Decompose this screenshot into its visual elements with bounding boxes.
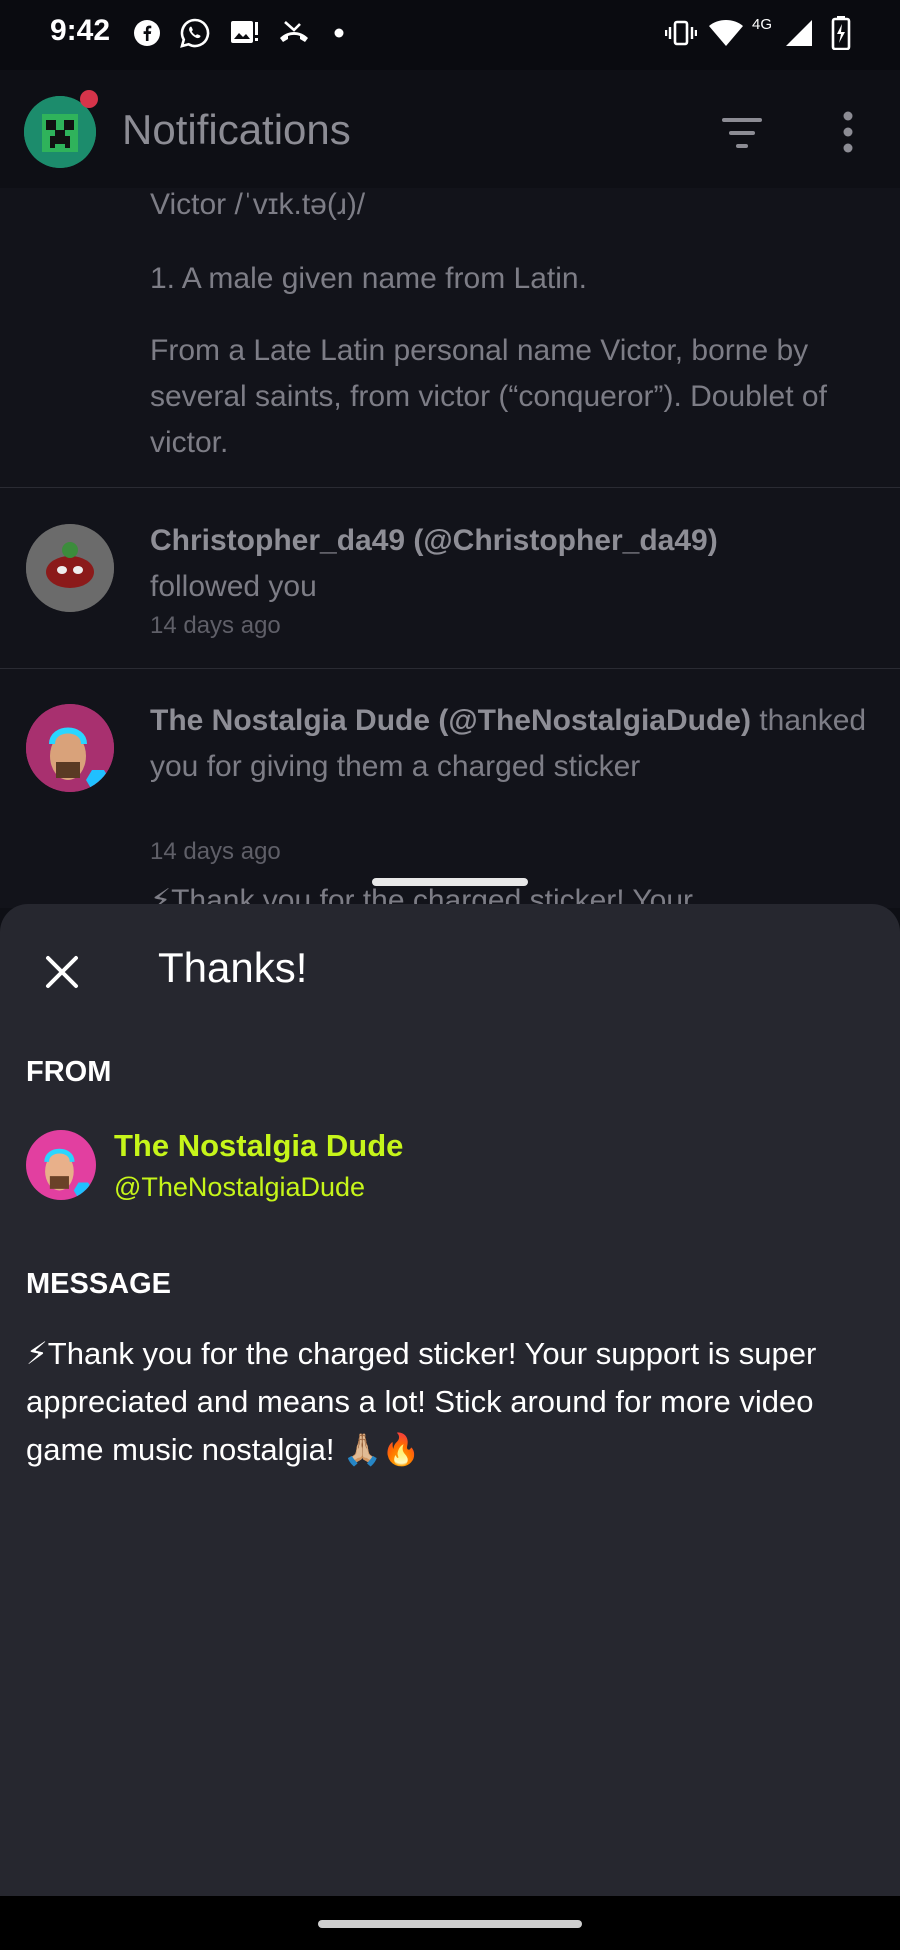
whatsapp-icon	[178, 16, 212, 50]
status-time: 9:42	[50, 14, 111, 47]
sender-name[interactable]: The Nostalgia Dude	[114, 1128, 403, 1164]
avatar	[26, 704, 114, 792]
sheet-title: Thanks!	[158, 944, 308, 991]
notification-time: 14 days ago	[150, 612, 281, 639]
page-title: Notifications	[122, 106, 351, 153]
facebook-icon	[132, 16, 162, 50]
close-icon	[46, 956, 78, 988]
notification-user: Christopher_da49 (@Christopher_da49)	[150, 524, 718, 557]
app-bar: Notifications	[0, 70, 900, 188]
filter-icon	[722, 118, 762, 148]
sheet-drag-handle[interactable]	[372, 878, 528, 886]
sender-avatar[interactable]	[26, 1130, 96, 1200]
vibrate-icon	[664, 16, 698, 50]
notification-text: The Nostalgia Dude (@TheNostalgiaDude) t…	[150, 698, 880, 790]
avatar	[26, 524, 114, 612]
status-bar: 9:42 4G	[0, 0, 900, 70]
notification-action: followed you	[150, 570, 317, 603]
notification-time: 14 days ago	[150, 838, 281, 865]
image-alert-icon	[228, 16, 262, 50]
notification-dot	[80, 90, 98, 108]
network-type-label: 4G	[752, 16, 773, 33]
definition-etymology: From a Late Latin personal name Victor, …	[150, 334, 827, 459]
signal-icon	[782, 16, 816, 50]
home-gesture-handle[interactable]	[318, 1920, 582, 1928]
system-nav-bar	[0, 1896, 900, 1950]
missed-call-icon	[276, 16, 312, 50]
notifications-feed: Victor /ˈvɪk.tə(ɹ)/ 1. A male given name…	[0, 188, 900, 908]
close-button[interactable]	[38, 948, 86, 996]
sender-handle[interactable]: @TheNostalgiaDude	[114, 1172, 365, 1203]
thanks-sheet: Thanks! FROM The Nostalgia Dude @TheNost…	[0, 904, 900, 1896]
battery-charging-icon	[830, 16, 852, 50]
more-vert-icon	[843, 111, 853, 153]
filter-button[interactable]	[716, 110, 768, 156]
wifi-icon	[706, 16, 746, 50]
divider	[0, 487, 900, 488]
divider	[0, 668, 900, 669]
definition-pronunciation: Victor /ˈvɪk.tə(ɹ)/	[150, 188, 366, 221]
thanks-message: ⚡Thank you for the charged sticker! Your…	[26, 1336, 817, 1467]
more-options-button[interactable]	[828, 104, 868, 164]
definition-sense: 1. A male given name from Latin.	[150, 262, 587, 295]
message-label: MESSAGE	[26, 1268, 172, 1300]
notification-user: The Nostalgia Dude (@TheNostalgiaDude)	[150, 704, 751, 737]
dot-icon	[332, 16, 346, 50]
from-label: FROM	[26, 1056, 112, 1088]
